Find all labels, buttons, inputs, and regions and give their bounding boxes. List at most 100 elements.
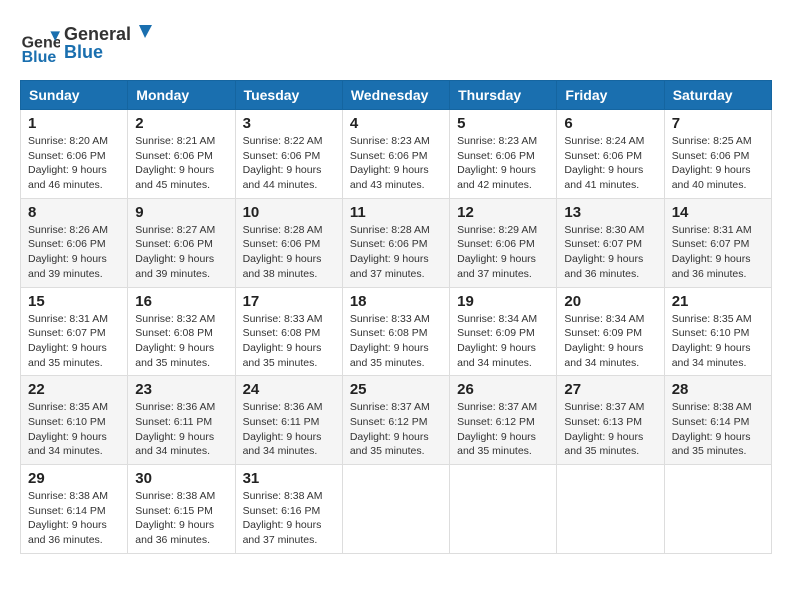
calendar-day-cell: 15 Sunrise: 8:31 AM Sunset: 6:07 PM Dayl… [21,287,128,376]
day-info: Sunrise: 8:38 AM Sunset: 6:15 PM Dayligh… [135,489,227,548]
day-number: 6 [564,115,656,132]
calendar-day-cell: 19 Sunrise: 8:34 AM Sunset: 6:09 PM Dayl… [450,287,557,376]
calendar-day-cell: 26 Sunrise: 8:37 AM Sunset: 6:12 PM Dayl… [450,376,557,465]
weekday-header: Friday [557,81,664,110]
weekday-header: Thursday [450,81,557,110]
day-number: 10 [243,204,335,221]
day-number: 29 [28,470,120,487]
day-info: Sunrise: 8:32 AM Sunset: 6:08 PM Dayligh… [135,312,227,371]
calendar-day-cell: 2 Sunrise: 8:21 AM Sunset: 6:06 PM Dayli… [128,110,235,199]
weekday-header: Wednesday [342,81,449,110]
day-number: 24 [243,381,335,398]
day-number: 30 [135,470,227,487]
day-number: 20 [564,293,656,310]
calendar-day-cell: 29 Sunrise: 8:38 AM Sunset: 6:14 PM Dayl… [21,465,128,554]
calendar-day-cell: 5 Sunrise: 8:23 AM Sunset: 6:06 PM Dayli… [450,110,557,199]
day-info: Sunrise: 8:38 AM Sunset: 6:14 PM Dayligh… [672,400,764,459]
day-info: Sunrise: 8:20 AM Sunset: 6:06 PM Dayligh… [28,134,120,193]
svg-text:Blue: Blue [64,42,103,62]
day-info: Sunrise: 8:23 AM Sunset: 6:06 PM Dayligh… [350,134,442,193]
calendar-day-cell: 22 Sunrise: 8:35 AM Sunset: 6:10 PM Dayl… [21,376,128,465]
calendar-day-cell: 11 Sunrise: 8:28 AM Sunset: 6:06 PM Dayl… [342,198,449,287]
day-number: 2 [135,115,227,132]
weekday-header: Saturday [664,81,771,110]
calendar-week-row: 1 Sunrise: 8:20 AM Sunset: 6:06 PM Dayli… [21,110,772,199]
logo-icon: General Blue [20,25,60,65]
day-info: Sunrise: 8:33 AM Sunset: 6:08 PM Dayligh… [350,312,442,371]
calendar-day-cell: 18 Sunrise: 8:33 AM Sunset: 6:08 PM Dayl… [342,287,449,376]
day-number: 26 [457,381,549,398]
logo: General Blue General Blue [20,20,154,70]
day-info: Sunrise: 8:35 AM Sunset: 6:10 PM Dayligh… [28,400,120,459]
calendar-day-cell: 7 Sunrise: 8:25 AM Sunset: 6:06 PM Dayli… [664,110,771,199]
day-info: Sunrise: 8:30 AM Sunset: 6:07 PM Dayligh… [564,223,656,282]
day-number: 23 [135,381,227,398]
calendar-day-cell: 20 Sunrise: 8:34 AM Sunset: 6:09 PM Dayl… [557,287,664,376]
day-info: Sunrise: 8:36 AM Sunset: 6:11 PM Dayligh… [243,400,335,459]
calendar-day-cell: 13 Sunrise: 8:30 AM Sunset: 6:07 PM Dayl… [557,198,664,287]
day-number: 13 [564,204,656,221]
logo-svg: General Blue [64,20,154,65]
day-info: Sunrise: 8:26 AM Sunset: 6:06 PM Dayligh… [28,223,120,282]
day-number: 8 [28,204,120,221]
page-header: General Blue General Blue [20,20,772,70]
day-info: Sunrise: 8:23 AM Sunset: 6:06 PM Dayligh… [457,134,549,193]
calendar-day-cell: 25 Sunrise: 8:37 AM Sunset: 6:12 PM Dayl… [342,376,449,465]
calendar-day-cell [450,465,557,554]
calendar-day-cell: 30 Sunrise: 8:38 AM Sunset: 6:15 PM Dayl… [128,465,235,554]
calendar-day-cell: 16 Sunrise: 8:32 AM Sunset: 6:08 PM Dayl… [128,287,235,376]
day-number: 12 [457,204,549,221]
day-number: 25 [350,381,442,398]
day-number: 21 [672,293,764,310]
day-info: Sunrise: 8:37 AM Sunset: 6:12 PM Dayligh… [457,400,549,459]
calendar-day-cell: 21 Sunrise: 8:35 AM Sunset: 6:10 PM Dayl… [664,287,771,376]
day-number: 31 [243,470,335,487]
calendar-day-cell: 14 Sunrise: 8:31 AM Sunset: 6:07 PM Dayl… [664,198,771,287]
weekday-header: Sunday [21,81,128,110]
day-number: 5 [457,115,549,132]
calendar-day-cell: 17 Sunrise: 8:33 AM Sunset: 6:08 PM Dayl… [235,287,342,376]
day-info: Sunrise: 8:35 AM Sunset: 6:10 PM Dayligh… [672,312,764,371]
day-number: 9 [135,204,227,221]
day-number: 15 [28,293,120,310]
day-number: 22 [28,381,120,398]
calendar-week-row: 15 Sunrise: 8:31 AM Sunset: 6:07 PM Dayl… [21,287,772,376]
day-info: Sunrise: 8:31 AM Sunset: 6:07 PM Dayligh… [28,312,120,371]
weekday-header: Monday [128,81,235,110]
svg-text:General: General [64,24,131,44]
calendar-day-cell: 9 Sunrise: 8:27 AM Sunset: 6:06 PM Dayli… [128,198,235,287]
day-number: 4 [350,115,442,132]
day-number: 28 [672,381,764,398]
calendar-day-cell: 12 Sunrise: 8:29 AM Sunset: 6:06 PM Dayl… [450,198,557,287]
day-info: Sunrise: 8:24 AM Sunset: 6:06 PM Dayligh… [564,134,656,193]
day-info: Sunrise: 8:36 AM Sunset: 6:11 PM Dayligh… [135,400,227,459]
day-info: Sunrise: 8:22 AM Sunset: 6:06 PM Dayligh… [243,134,335,193]
day-info: Sunrise: 8:27 AM Sunset: 6:06 PM Dayligh… [135,223,227,282]
day-number: 7 [672,115,764,132]
calendar-day-cell [342,465,449,554]
day-number: 27 [564,381,656,398]
day-info: Sunrise: 8:33 AM Sunset: 6:08 PM Dayligh… [243,312,335,371]
day-info: Sunrise: 8:34 AM Sunset: 6:09 PM Dayligh… [457,312,549,371]
weekday-header: Tuesday [235,81,342,110]
calendar-day-cell: 24 Sunrise: 8:36 AM Sunset: 6:11 PM Dayl… [235,376,342,465]
day-info: Sunrise: 8:34 AM Sunset: 6:09 PM Dayligh… [564,312,656,371]
calendar-table: SundayMondayTuesdayWednesdayThursdayFrid… [20,80,772,554]
calendar-day-cell: 31 Sunrise: 8:38 AM Sunset: 6:16 PM Dayl… [235,465,342,554]
day-info: Sunrise: 8:21 AM Sunset: 6:06 PM Dayligh… [135,134,227,193]
day-number: 17 [243,293,335,310]
day-info: Sunrise: 8:38 AM Sunset: 6:14 PM Dayligh… [28,489,120,548]
day-info: Sunrise: 8:37 AM Sunset: 6:13 PM Dayligh… [564,400,656,459]
day-info: Sunrise: 8:29 AM Sunset: 6:06 PM Dayligh… [457,223,549,282]
day-number: 1 [28,115,120,132]
calendar-week-row: 8 Sunrise: 8:26 AM Sunset: 6:06 PM Dayli… [21,198,772,287]
svg-text:Blue: Blue [22,49,57,65]
calendar-week-row: 22 Sunrise: 8:35 AM Sunset: 6:10 PM Dayl… [21,376,772,465]
day-number: 3 [243,115,335,132]
day-number: 14 [672,204,764,221]
calendar-day-cell: 3 Sunrise: 8:22 AM Sunset: 6:06 PM Dayli… [235,110,342,199]
day-info: Sunrise: 8:31 AM Sunset: 6:07 PM Dayligh… [672,223,764,282]
calendar-day-cell [664,465,771,554]
calendar-header-row: SundayMondayTuesdayWednesdayThursdayFrid… [21,81,772,110]
calendar-day-cell: 23 Sunrise: 8:36 AM Sunset: 6:11 PM Dayl… [128,376,235,465]
